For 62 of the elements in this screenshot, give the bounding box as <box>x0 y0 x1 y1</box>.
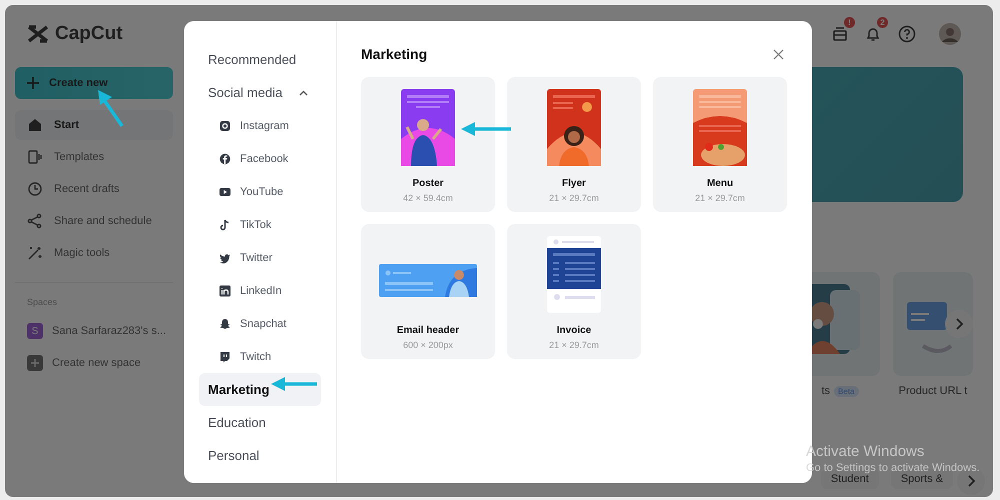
category-item[interactable]: Facebook <box>199 142 321 175</box>
plus-icon <box>27 77 39 89</box>
share-icon <box>27 213 43 229</box>
pointer-arrow <box>461 122 511 136</box>
instagram-icon <box>219 120 231 132</box>
category-item[interactable]: Twitch <box>199 340 321 373</box>
home-icon <box>27 117 43 133</box>
template-card[interactable]: Poster 42 × 59.4cm <box>361 77 495 212</box>
template-card[interactable]: Invoice 21 × 29.7cm <box>507 224 641 359</box>
template-name: Poster <box>412 178 444 189</box>
template-size: 21 × 29.7cm <box>549 340 599 350</box>
dialog-title: Marketing <box>361 46 428 62</box>
twitter-icon <box>219 252 231 264</box>
phone-frame-icon <box>27 149 43 165</box>
template-size: 21 × 29.7cm <box>549 193 599 203</box>
tiktok-icon <box>219 218 231 230</box>
template-card[interactable]: Email header 600 × 200px <box>361 224 495 359</box>
template-size: 600 × 200px <box>403 340 453 350</box>
logo-icon <box>27 25 49 43</box>
help-icon[interactable] <box>898 25 916 43</box>
category-item[interactable]: Marketing <box>199 373 321 406</box>
chevron-right-icon <box>966 475 976 487</box>
bell-icon <box>865 26 881 42</box>
card-label: ts <box>821 385 830 397</box>
add-icon <box>27 355 43 371</box>
category-item[interactable]: Instagram <box>199 109 321 142</box>
template-name: Menu <box>706 178 734 189</box>
category-item[interactable]: Personal <box>199 439 321 472</box>
beta-tag: Beta <box>834 386 859 396</box>
inbox-icon <box>832 26 848 42</box>
template-name: Flyer <box>562 178 586 189</box>
category-item[interactable]: TikTok <box>199 208 321 241</box>
notification-badge: 2 <box>877 17 888 28</box>
card-label: Product URL t <box>898 385 968 397</box>
clock-icon <box>27 181 43 197</box>
notification-badge: ! <box>844 17 855 28</box>
nav-item[interactable]: Start <box>15 110 173 140</box>
facebook-icon <box>219 152 231 164</box>
category-item[interactable]: Twitter <box>199 241 321 274</box>
template-name: Invoice <box>556 325 592 336</box>
category-item[interactable]: YouTube <box>199 175 321 208</box>
category-item[interactable]: Snapchat <box>199 307 321 340</box>
template-size: 42 × 59.4cm <box>403 193 453 203</box>
template-card[interactable]: Flyer 21 × 29.7cm <box>507 77 641 212</box>
snapchat-icon <box>219 318 231 330</box>
chevron-right-icon <box>954 318 964 330</box>
close-icon[interactable] <box>773 48 784 60</box>
space-avatar: S <box>27 323 43 339</box>
logo-text: CapCut <box>55 23 123 45</box>
twitch-icon <box>219 350 231 362</box>
avatar-icon[interactable] <box>939 23 961 45</box>
pointer-arrow <box>271 377 317 391</box>
category-item[interactable]: Social media <box>199 76 321 109</box>
youtube-icon <box>219 186 231 198</box>
category-item[interactable]: Recommended <box>199 43 321 76</box>
template-size: 21 × 29.7cm <box>695 193 745 203</box>
template-card[interactable]: Menu 21 × 29.7cm <box>653 77 787 212</box>
category-item[interactable]: LinkedIn <box>199 274 321 307</box>
magic-wand-icon <box>27 245 43 261</box>
category-item[interactable]: Education <box>199 406 321 439</box>
linkedin-icon <box>219 284 231 296</box>
template-name: Email header <box>396 325 460 336</box>
